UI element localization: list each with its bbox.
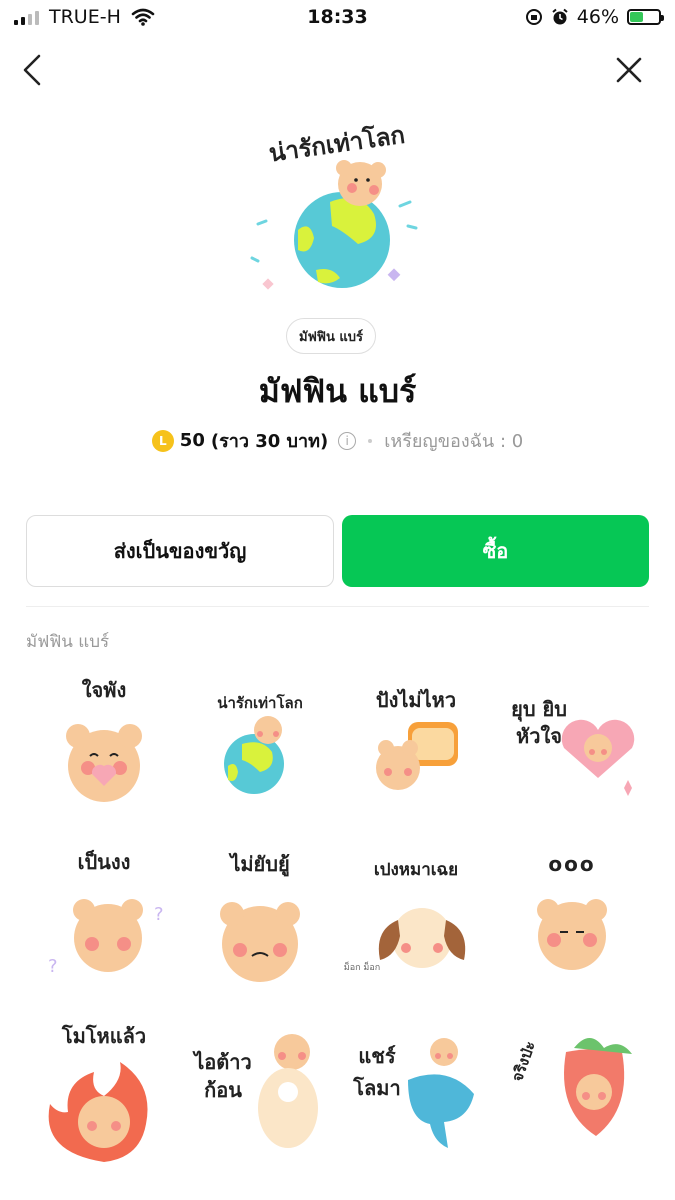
sticker-item[interactable]: เปงหมาเฉย ม็อก ม็อก xyxy=(338,840,494,1000)
sticker-caption: ไอต้าว ก้อน xyxy=(194,1050,252,1102)
close-icon xyxy=(616,57,642,83)
info-icon[interactable]: i xyxy=(338,431,357,450)
main-sticker-image: น่ารักเท่าโลก xyxy=(240,110,436,306)
battery-percent: 46% xyxy=(576,6,619,28)
sticker-caption: ใจพัง xyxy=(81,678,127,702)
my-coins: เหรียญของฉัน : 0 xyxy=(384,431,524,452)
status-right: 46% xyxy=(525,6,664,28)
battery-icon xyxy=(627,9,664,25)
sticker-item[interactable]: โมโหแล้ว xyxy=(26,1012,182,1172)
sticker-caption: โมโหแล้ว xyxy=(61,1024,147,1048)
sticker-item[interactable]: ปังไม่ไหว xyxy=(338,668,494,828)
coin-icon: L xyxy=(151,429,174,452)
close-button[interactable] xyxy=(609,50,649,90)
alarm-icon xyxy=(552,8,568,25)
sticker-item[interactable]: ยุบ ยิบ หัวใจ xyxy=(494,668,650,828)
status-bar: TRUE-H 18:33 46% xyxy=(0,0,675,34)
nav-bar xyxy=(0,44,675,94)
sticker-caption: แชร์ โลมา xyxy=(353,1044,401,1100)
sticker-caption: ปังไม่ไหว xyxy=(375,688,457,712)
sticker-item[interactable]: ไม่ยับยู้ xyxy=(182,840,338,1000)
chevron-left-icon xyxy=(23,54,41,86)
price-baht: (ราว 30 บาท) xyxy=(210,431,329,452)
sticker-caption: ooo xyxy=(548,852,596,876)
sticker-caption: น่ารักเท่าโลก xyxy=(217,694,303,712)
sticker-caption: ยุบ ยิบ หัวใจ xyxy=(511,697,567,748)
sticker-item[interactable]: ใจพัง xyxy=(26,668,182,828)
sticker-subcaption: ม็อก ม็อก xyxy=(343,963,381,973)
svg-text:?: ? xyxy=(154,904,164,925)
sticker-item[interactable]: แชร์ โลมา xyxy=(338,1012,494,1172)
sticker-item[interactable]: ? ? เป็นงง xyxy=(26,840,182,1000)
sticker-caption: ไม่ยับยู้ xyxy=(230,852,290,876)
back-button[interactable] xyxy=(14,50,54,90)
sticker-item[interactable]: จริงป่ะ xyxy=(494,1012,650,1172)
price-row: L 50 (ราว 30 บาท) i เหรียญของฉัน : 0 xyxy=(0,426,675,455)
sticker-caption: เป็นงง xyxy=(77,850,131,874)
product-title: มัฟฟิน แบร์ xyxy=(258,372,417,410)
send-gift-button[interactable]: ส่งเป็นของขวัญ xyxy=(26,515,334,587)
orientation-lock-icon xyxy=(525,9,542,25)
separator-dot xyxy=(368,438,373,443)
sticker-item[interactable]: น่ารักเท่าโลก xyxy=(182,668,338,828)
svg-text:?: ? xyxy=(48,956,58,977)
buy-button[interactable]: ซื้อ xyxy=(342,515,649,587)
sticker-item[interactable]: ooo xyxy=(494,840,650,1000)
section-label: มัฟฟิน แบร์ xyxy=(26,632,110,652)
price-amount: 50 xyxy=(179,430,205,451)
divider xyxy=(26,606,649,607)
author-chip[interactable]: มัฟฟิน แบร์ xyxy=(286,318,377,354)
sticker-caption: เปงหมาเฉย xyxy=(373,860,459,880)
hero-caption: น่ารักเท่าโลก xyxy=(267,120,407,168)
sticker-item[interactable]: ไอต้าว ก้อน xyxy=(182,1012,338,1172)
